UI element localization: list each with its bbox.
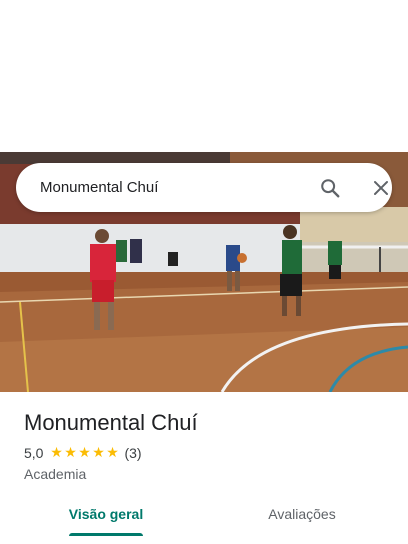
star-icon: ★ [106, 445, 119, 461]
star-rating: ★ ★ ★ ★ ★ [49, 446, 119, 460]
star-icon: ★ [64, 445, 77, 461]
place-tabs: Visão geral Avaliações [0, 496, 408, 536]
star-icon: ★ [92, 445, 105, 461]
place-title: Monumental Chuí [24, 410, 198, 435]
close-icon[interactable] [368, 175, 394, 201]
place-category: Academia [24, 466, 87, 482]
rating-value: 5,0 [24, 445, 44, 461]
tab-overview[interactable]: Visão geral [60, 496, 152, 536]
star-icon: ★ [78, 445, 91, 461]
review-count[interactable]: (3) [124, 445, 141, 461]
search-bar[interactable]: Monumental Chuí [16, 163, 392, 212]
star-icon: ★ [50, 445, 63, 461]
search-input[interactable]: Monumental Chuí [40, 163, 158, 212]
tab-reviews[interactable]: Avaliações [256, 496, 348, 536]
rating-row[interactable]: 5,0 ★ ★ ★ ★ ★ (3) [24, 444, 142, 462]
active-tab-indicator [69, 533, 143, 536]
search-icon[interactable] [317, 175, 343, 201]
